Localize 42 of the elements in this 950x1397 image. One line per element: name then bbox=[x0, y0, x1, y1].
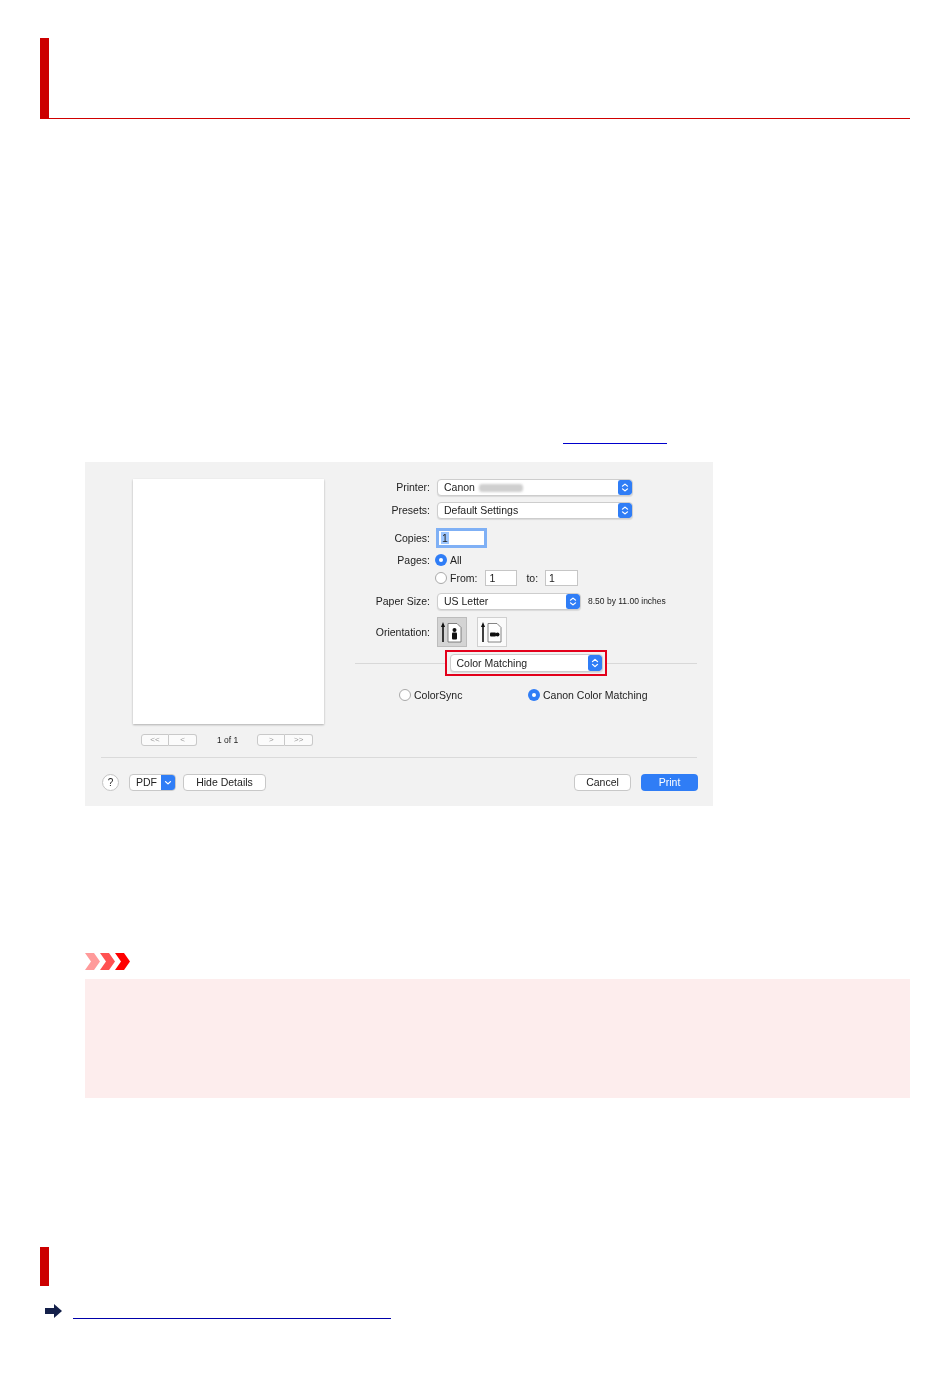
orientation-button[interactable] bbox=[437, 617, 467, 647]
field-label: Copies: bbox=[394, 532, 430, 544]
right-arrow-icon bbox=[45, 1304, 62, 1318]
popup-menu[interactable]: US Letter bbox=[437, 593, 581, 610]
portrait-orientation-icon bbox=[441, 621, 463, 643]
stepper-arrows-icon bbox=[587, 655, 602, 671]
heading-marker bbox=[40, 1247, 49, 1286]
option-label: ColorSync bbox=[414, 689, 463, 701]
selected-text: 1 bbox=[441, 532, 449, 544]
hide-details-button[interactable]: Hide Details bbox=[183, 774, 266, 791]
chevron-down-icon bbox=[161, 775, 175, 790]
landscape-orientation-icon bbox=[481, 621, 503, 643]
to-page-field[interactable]: 1 bbox=[545, 570, 579, 586]
field-label: Presets: bbox=[391, 505, 430, 516]
triple-chevron-icon bbox=[85, 953, 130, 970]
option-label: From: bbox=[450, 572, 478, 584]
option-label: Canon Color Matching bbox=[543, 689, 648, 701]
stepper-arrows-icon bbox=[566, 594, 580, 609]
stepper-arrows-icon bbox=[618, 503, 632, 518]
radio-button[interactable] bbox=[435, 554, 447, 566]
field-label: Orientation: bbox=[375, 626, 430, 638]
paper-size-note: 8.50 by 11.00 inches bbox=[588, 597, 666, 606]
stepper-arrows-icon bbox=[618, 480, 632, 495]
option-label: All bbox=[450, 554, 462, 566]
from-page-field[interactable]: 1 bbox=[485, 570, 518, 586]
radio-button[interactable] bbox=[399, 689, 411, 701]
orientation-button[interactable] bbox=[477, 617, 507, 647]
field-label: Paper Size: bbox=[375, 596, 430, 607]
print-button[interactable]: Print bbox=[641, 774, 698, 791]
field-label: Printer: bbox=[396, 482, 430, 493]
help-button[interactable]: ? bbox=[102, 774, 119, 791]
radio-button[interactable] bbox=[435, 572, 447, 584]
field-label: to: bbox=[526, 572, 539, 584]
cancel-button[interactable]: Cancel bbox=[574, 774, 631, 791]
popup-menu[interactable]: Canon bbox=[437, 479, 633, 496]
copies-field[interactable]: 1 bbox=[436, 528, 487, 548]
page-counter: 1 of 1 bbox=[217, 735, 239, 745]
field-label: Pages: bbox=[397, 554, 430, 566]
popup-menu[interactable]: Color Matching bbox=[449, 654, 603, 672]
pdf-menu-button[interactable]: PDF bbox=[129, 774, 176, 791]
popup-menu[interactable]: Default Settings bbox=[437, 502, 633, 519]
radio-button[interactable] bbox=[528, 689, 540, 701]
